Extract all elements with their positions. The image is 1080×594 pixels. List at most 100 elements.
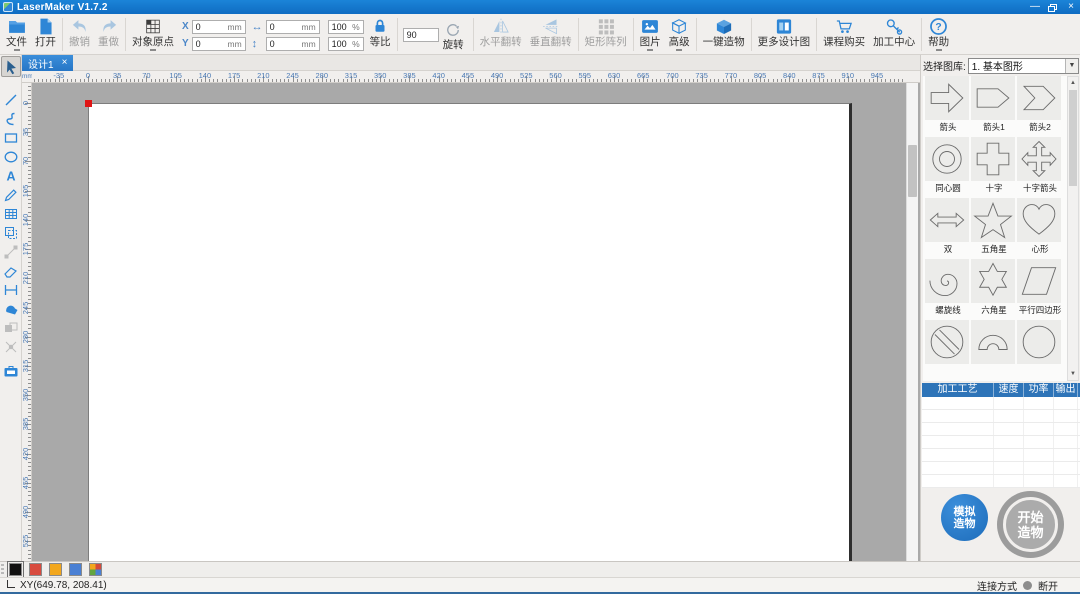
tab-close-icon[interactable]: × <box>62 58 68 68</box>
shape-arrow[interactable]: 箭头 <box>925 76 971 134</box>
machining-center-button[interactable]: 加工中心 <box>869 15 919 54</box>
tool-ellipse[interactable] <box>1 147 21 166</box>
file-button[interactable]: 文件 <box>2 15 31 54</box>
flip-vertical-icon <box>541 17 561 36</box>
open-file-icon <box>36 17 56 36</box>
process-table: 加工工艺 速度 功率 输出 <box>922 383 1080 488</box>
vertical-ruler: 0357010514017521024528031535038542045549… <box>22 83 32 561</box>
tool-weld[interactable] <box>1 299 21 318</box>
scroll-up-icon[interactable]: ▲ <box>1068 77 1078 89</box>
height-percent-field[interactable]: % <box>327 36 364 51</box>
shape-concentric-circles[interactable]: 同心圆 <box>925 137 971 195</box>
height-field[interactable]: mm <box>265 36 320 51</box>
title-bar: LaserMaker V1.7.2 — × <box>0 0 1080 14</box>
tool-grid[interactable] <box>1 204 21 223</box>
cursor-coordinates: XY(649.78, 208.41) <box>20 579 107 591</box>
canvas-sheet[interactable] <box>85 100 852 561</box>
flip-horizontal-button[interactable]: 水平翻转 <box>476 15 526 54</box>
tool-toolbox[interactable] <box>1 361 21 380</box>
cart-icon <box>834 17 854 36</box>
shape-arrow2[interactable]: 箭头2 <box>1017 76 1063 134</box>
picture-button[interactable]: 图片 <box>636 15 665 54</box>
redo-button[interactable]: 重做 <box>94 15 123 54</box>
one-key-create-button[interactable]: 一键造物 <box>699 15 749 54</box>
shape-spiral[interactable]: 螺旋线 <box>925 259 971 317</box>
column-header: 输出 <box>1054 383 1078 397</box>
more-designs-button[interactable]: 更多设计图 <box>754 15 815 54</box>
simulate-create-button[interactable]: 模拟造物 <box>941 494 988 541</box>
workspace-vertical-scrollbar[interactable] <box>906 83 918 561</box>
undo-button[interactable]: 撤销 <box>65 15 94 54</box>
origin-marker[interactable] <box>85 100 92 107</box>
tab-design1[interactable]: 设计1 × <box>22 55 74 71</box>
start-create-button[interactable]: 开始造物 <box>997 491 1064 558</box>
width-percent-field[interactable]: % <box>327 19 364 34</box>
connection-state[interactable]: 断开 <box>1038 578 1058 593</box>
tool-select-cursor[interactable] <box>0 56 21 77</box>
tool-text[interactable]: A <box>1 166 21 185</box>
axis-origin-icon <box>7 580 15 588</box>
tool-pencil[interactable] <box>1 185 21 204</box>
shape-heart[interactable]: 心形 <box>1017 198 1063 256</box>
tool-spline[interactable] <box>1 109 21 128</box>
scrollbar-thumb[interactable] <box>908 145 917 197</box>
tool-node-edit[interactable] <box>1 242 21 261</box>
course-buy-button[interactable]: 课程购买 <box>819 15 869 54</box>
scrollbar-thumb[interactable] <box>1069 90 1077 186</box>
rotate-button[interactable]: 旋转 <box>439 18 468 51</box>
y-position-field[interactable]: mm <box>191 36 246 51</box>
rect-array-button[interactable]: 矩形阵列 <box>581 15 631 54</box>
shape-arch[interactable] <box>971 320 1017 378</box>
tool-eraser[interactable] <box>1 261 21 280</box>
open-button[interactable]: 打开 <box>31 15 60 54</box>
tool-trim[interactable] <box>1 337 21 356</box>
x-position-field[interactable]: mm <box>191 19 246 34</box>
design-gallery-icon <box>774 17 794 36</box>
main-toolbar: 文件 打开 撤销 重做 对象原点 X 0 mm Y 0 mm ↔ 0 mm ↕ … <box>0 14 1080 55</box>
shape-no-symbol[interactable] <box>925 320 971 378</box>
minimize-button[interactable]: — <box>1026 0 1044 14</box>
shape-arrow1[interactable]: 箭头1 <box>971 76 1017 134</box>
process-table-body <box>922 397 1080 488</box>
color-swatch-1[interactable] <box>29 563 42 576</box>
tool-rectangle[interactable] <box>1 128 21 147</box>
table-row <box>922 462 1080 475</box>
restore-button[interactable] <box>1044 0 1062 14</box>
width-field[interactable]: mm <box>265 19 320 34</box>
shape-circle[interactable] <box>1017 320 1063 378</box>
shape-double-arrow[interactable]: 双 <box>925 198 971 256</box>
shape-star5[interactable]: 五角星 <box>971 198 1017 256</box>
shape-library-grid: 箭头 箭头1 箭头2 同心圆 十字 十字箭头 双 五角星 心形 螺旋线 六角星 … <box>923 76 1069 381</box>
tool-line[interactable] <box>1 90 21 109</box>
tool-frame[interactable] <box>1 280 21 299</box>
help-button[interactable]: ? 帮助 <box>924 15 953 54</box>
horizontal-ruler: -35 0 35 70 105 140 175 210 245 280 315 350 385 420 45… <box>32 71 920 83</box>
shape-cross-arrow[interactable]: 十字箭头 <box>1017 137 1063 195</box>
flip-vertical-button[interactable]: 垂直翻转 <box>526 15 576 54</box>
color-swatch-multi[interactable] <box>89 563 102 576</box>
shape-grid-scrollbar[interactable]: ▲ ▼ <box>1067 76 1079 381</box>
window-title: LaserMaker V1.7.2 <box>17 1 108 13</box>
color-swatch-2[interactable] <box>49 563 62 576</box>
shape-cross[interactable]: 十字 <box>971 137 1017 195</box>
tool-offset[interactable] <box>1 223 21 242</box>
column-header: 速度 <box>994 383 1024 397</box>
color-swatch-3[interactable] <box>69 563 82 576</box>
design-workspace[interactable] <box>32 83 920 561</box>
shape-parallelogram[interactable]: 平行四边形 <box>1017 259 1063 317</box>
rotate-angle-field[interactable] <box>402 27 439 42</box>
undo-icon <box>70 17 90 36</box>
shape-star6[interactable]: 六角星 <box>971 259 1017 317</box>
close-button[interactable]: × <box>1062 0 1080 14</box>
lock-ratio-button[interactable]: 等比 <box>366 15 395 54</box>
table-row <box>922 436 1080 449</box>
tool-combine[interactable] <box>1 318 21 337</box>
chevron-down-icon[interactable]: ▼ <box>1065 58 1078 73</box>
scroll-down-icon[interactable]: ▼ <box>1068 368 1078 380</box>
color-swatch-0[interactable] <box>7 561 24 578</box>
right-panel: 选择图库: 1. 基本图形 ▼ 箭头 箭头1 箭头2 同心圆 十字 十字箭头 双… <box>920 55 1080 561</box>
advanced-button[interactable]: 高级 <box>665 15 694 54</box>
library-dropdown[interactable]: 1. 基本图形 ▼ <box>967 57 1079 74</box>
table-row <box>922 475 1080 488</box>
object-origin-button[interactable]: 对象原点 <box>128 15 178 54</box>
